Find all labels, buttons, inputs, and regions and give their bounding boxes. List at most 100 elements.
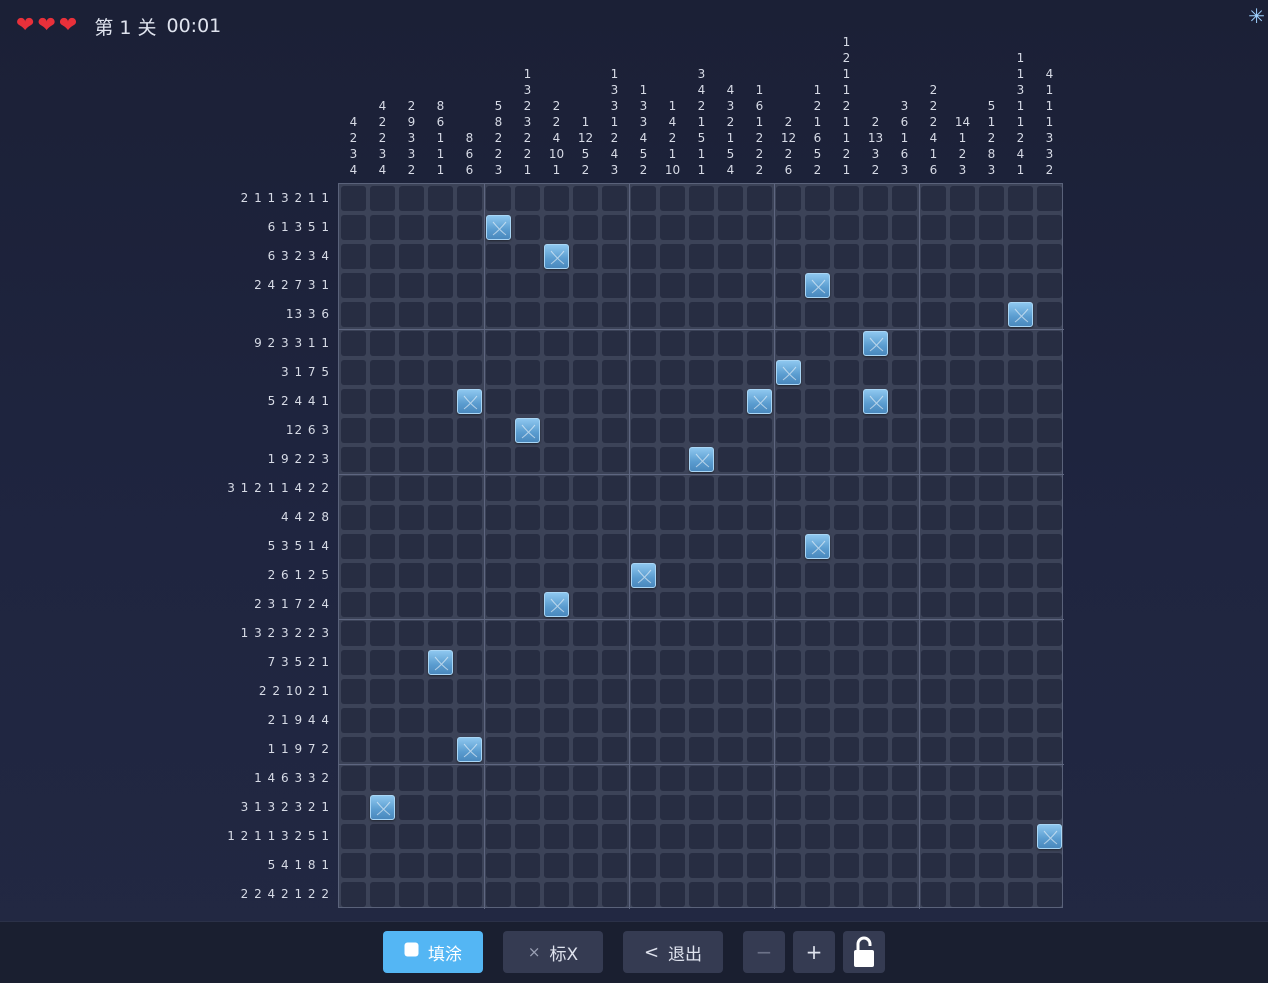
grid-cell[interactable] (834, 186, 859, 211)
grid-cell[interactable] (341, 592, 366, 617)
grid-cell[interactable] (718, 331, 743, 356)
grid-cell[interactable] (399, 389, 424, 414)
grid-cell[interactable] (1037, 389, 1062, 414)
grid-cell[interactable] (515, 389, 540, 414)
grid-cell[interactable] (950, 534, 975, 559)
grid-cell[interactable] (341, 650, 366, 675)
grid-cell[interactable] (776, 215, 801, 240)
grid-cell[interactable] (660, 186, 685, 211)
grid-cell[interactable] (660, 418, 685, 443)
grid-cell[interactable] (573, 592, 598, 617)
grid-cell[interactable] (776, 534, 801, 559)
grid-cell[interactable] (631, 737, 656, 762)
grid-cell[interactable] (341, 708, 366, 733)
grid-cell[interactable] (863, 650, 888, 675)
grid-cell[interactable] (370, 447, 395, 472)
grid-cell[interactable] (950, 592, 975, 617)
grid-cell[interactable] (660, 505, 685, 530)
grid-cell[interactable] (457, 534, 482, 559)
grid-cell[interactable] (341, 360, 366, 385)
grid-cell[interactable] (921, 650, 946, 675)
grid-cell[interactable] (341, 418, 366, 443)
grid-cell[interactable] (341, 534, 366, 559)
grid-cell[interactable] (631, 244, 656, 269)
grid-cell[interactable] (805, 882, 830, 907)
grid-cell[interactable] (631, 621, 656, 646)
exit-button[interactable]: < 退出 (623, 931, 723, 973)
grid-cell[interactable] (805, 215, 830, 240)
grid-cell[interactable] (834, 302, 859, 327)
grid-cell[interactable] (892, 215, 917, 240)
grid-cell[interactable] (1008, 447, 1033, 472)
grid-cell[interactable] (515, 505, 540, 530)
grid-cell[interactable] (602, 331, 627, 356)
grid-cell[interactable] (1008, 882, 1033, 907)
grid-cell[interactable] (718, 592, 743, 617)
grid-cell[interactable] (341, 737, 366, 762)
grid-cell[interactable] (1008, 215, 1033, 240)
grid-cell[interactable] (399, 244, 424, 269)
grid-cell[interactable] (631, 534, 656, 559)
grid-cell[interactable] (515, 824, 540, 849)
grid-cell[interactable] (573, 244, 598, 269)
grid-cell[interactable] (718, 273, 743, 298)
grid-cell[interactable] (544, 186, 569, 211)
grid-cell[interactable] (370, 853, 395, 878)
grid-cell[interactable] (1008, 244, 1033, 269)
grid-cell[interactable] (718, 766, 743, 791)
grid-cell[interactable] (573, 273, 598, 298)
grid-cell[interactable] (805, 650, 830, 675)
marked-cell[interactable] (776, 360, 801, 385)
grid-cell[interactable] (689, 476, 714, 501)
grid-cell[interactable] (399, 476, 424, 501)
grid-cell[interactable] (544, 882, 569, 907)
grid-cell[interactable] (660, 708, 685, 733)
grid-cell[interactable] (428, 708, 453, 733)
grid-cell[interactable] (805, 244, 830, 269)
grid-cell[interactable] (776, 476, 801, 501)
grid-cell[interactable] (892, 824, 917, 849)
grid-cell[interactable] (486, 853, 511, 878)
grid-cell[interactable] (631, 389, 656, 414)
grid-cell[interactable] (921, 563, 946, 588)
grid-cell[interactable] (747, 215, 772, 240)
grid-cell[interactable] (776, 621, 801, 646)
grid-cell[interactable] (921, 273, 946, 298)
grid-cell[interactable] (689, 679, 714, 704)
grid-cell[interactable] (776, 563, 801, 588)
grid-cell[interactable] (457, 476, 482, 501)
grid-cell[interactable] (341, 882, 366, 907)
grid-cell[interactable] (370, 360, 395, 385)
grid-cell[interactable] (573, 708, 598, 733)
grid-cell[interactable] (805, 679, 830, 704)
grid-cell[interactable] (834, 563, 859, 588)
grid-cell[interactable] (921, 534, 946, 559)
grid-cell[interactable] (428, 244, 453, 269)
grid-cell[interactable] (979, 679, 1004, 704)
grid-cell[interactable] (486, 737, 511, 762)
grid-cell[interactable] (1008, 186, 1033, 211)
grid-cell[interactable] (457, 186, 482, 211)
grid-cell[interactable] (428, 853, 453, 878)
grid-cell[interactable] (834, 737, 859, 762)
grid-cell[interactable] (544, 766, 569, 791)
grid-cell[interactable] (950, 418, 975, 443)
grid-cell[interactable] (892, 563, 917, 588)
grid-cell[interactable] (1037, 592, 1062, 617)
grid-cell[interactable] (544, 650, 569, 675)
grid-cell[interactable] (631, 360, 656, 385)
grid-cell[interactable] (486, 360, 511, 385)
grid-cell[interactable] (457, 824, 482, 849)
grid-cell[interactable] (950, 447, 975, 472)
grid-cell[interactable] (863, 679, 888, 704)
grid-cell[interactable] (950, 331, 975, 356)
grid-cell[interactable] (1037, 360, 1062, 385)
grid-cell[interactable] (370, 186, 395, 211)
grid-cell[interactable] (631, 505, 656, 530)
grid-cell[interactable] (399, 824, 424, 849)
grid-cell[interactable] (950, 650, 975, 675)
grid-cell[interactable] (428, 186, 453, 211)
grid-cell[interactable] (950, 708, 975, 733)
grid-cell[interactable] (573, 302, 598, 327)
grid-cell[interactable] (747, 302, 772, 327)
